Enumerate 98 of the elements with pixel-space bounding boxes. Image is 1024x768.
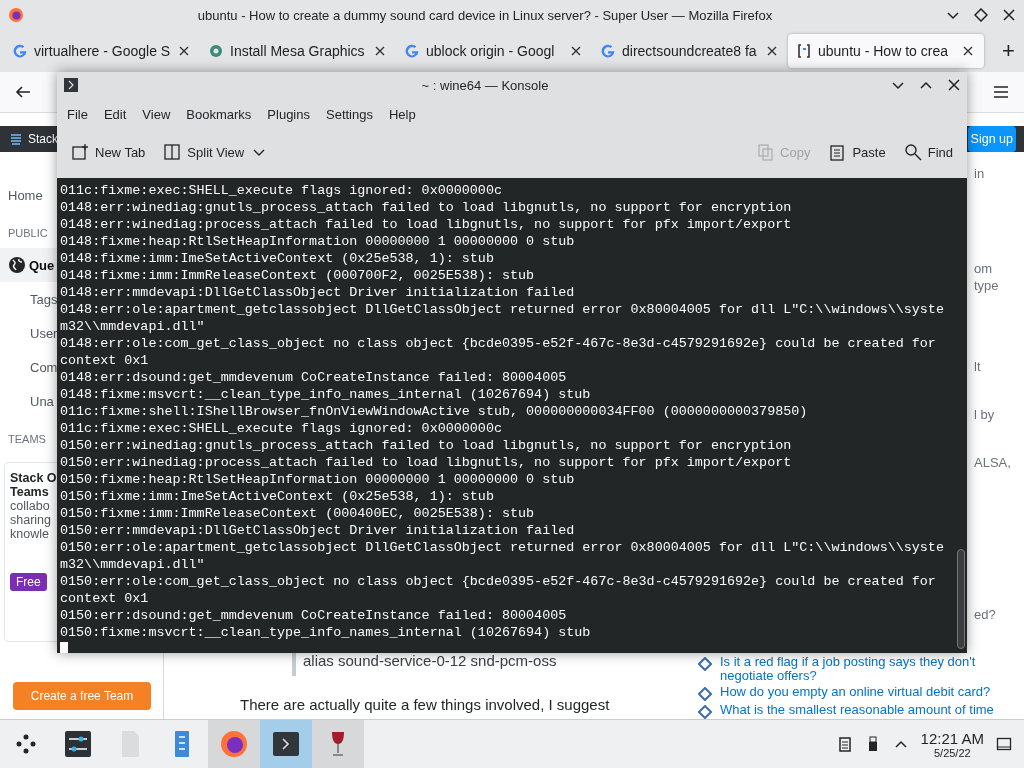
- clipboard-icon[interactable]: [836, 736, 853, 752]
- window-title: ~ : wine64 — Konsole: [420, 77, 550, 93]
- firefox-icon: [8, 7, 24, 23]
- terminal-icon: [63, 77, 79, 93]
- site-name[interactable]: Stack: [28, 132, 58, 146]
- google-icon: [404, 43, 420, 59]
- terminal-line: 0148:err:ole:com_get_class_object no class object {bcde0395-e52f-467c-8e3d-c4579291692e} could be created for: [60, 335, 937, 352]
- nav-link[interactable]: Com: [30, 359, 58, 375]
- nav-link[interactable]: Que: [29, 257, 55, 273]
- sidebar-text: lt: [974, 359, 981, 376]
- menu-item[interactable]: Help: [380, 102, 424, 126]
- show-desktop-icon[interactable]: [996, 736, 1012, 752]
- close-icon[interactable]: [1002, 8, 1016, 22]
- terminal-line: context 0x1: [60, 352, 150, 369]
- close-icon[interactable]: [947, 78, 961, 92]
- nav-link[interactable]: Una: [30, 393, 54, 409]
- toolbar-button[interactable]: Paste: [824, 139, 890, 165]
- browser-tab[interactable]: virtualhere - Google S: [4, 34, 200, 68]
- terminal-line: 0148:fixme:imm:ImeSetActiveContext (0x25e538, 1): stub: [60, 250, 495, 267]
- toolbar-button[interactable]: New Tab: [67, 139, 150, 165]
- browser-tab[interactable]: ublock origin - Googl: [396, 34, 592, 68]
- nav-heading: PUBLIC: [8, 227, 48, 239]
- sidebar-text: l by: [974, 407, 995, 424]
- terminal-line: 0150:err:dsound:get_mmdevenum CoCreateInstance failed: 80004005: [60, 607, 568, 624]
- sliders-icon[interactable]: [63, 729, 93, 759]
- sidebar-text: type: [974, 278, 999, 295]
- site-icon: [698, 705, 712, 719]
- terminal-line: 0150:err:mmdevapi:DllGetClassObject Driver initialization failed: [60, 522, 576, 539]
- browser-tab[interactable]: ubuntu - How to crea: [788, 34, 984, 68]
- menu-item[interactable]: Plugins: [259, 102, 318, 126]
- clock-time[interactable]: 12:21 AM: [920, 729, 984, 747]
- question-link[interactable]: Is it a red flag if a job posting says they don't negotiate offers?: [720, 655, 1004, 683]
- terminal-line: 0148:fixme:heap:RtlSetHeapInformation 00000000 1 00000000 0 stub: [60, 233, 576, 250]
- nav-link[interactable]: Tags: [30, 291, 58, 307]
- new-tab-button[interactable]: +: [998, 38, 1019, 64]
- menu-item[interactable]: Bookmarks: [178, 102, 260, 126]
- terminal-line: 0148:err:dsound:get_mmdevenum CoCreateInstance failed: 80004005: [60, 369, 568, 386]
- menu-item[interactable]: Settings: [318, 102, 381, 126]
- google-icon: [600, 43, 616, 59]
- nav-heading: TEAMS: [8, 433, 46, 445]
- browser-tab[interactable]: Install Mesa Graphics: [200, 34, 396, 68]
- scrollbar-thumb[interactable]: [957, 549, 965, 649]
- globe-icon: [8, 256, 26, 274]
- site-icon: [698, 657, 712, 671]
- terminal-icon[interactable]: [271, 729, 301, 759]
- nav-link[interactable]: Home: [8, 187, 43, 203]
- sidebar-text: ed?: [974, 607, 996, 624]
- stack-logo-icon[interactable]: [8, 131, 24, 147]
- terminal-line: 0148:fixme:msvcrt:__clean_type_info_names_internal (10267694) stub: [60, 386, 592, 403]
- text-cursor: [60, 642, 68, 653]
- terminal-line: 0148:err:ole:apartment_getclassobject DllGetClassObject returned error 0x80004005 for dll L"C:\\windows\\syste: [60, 301, 945, 318]
- question-link[interactable]: How do you empty an online virtual debit card?: [720, 685, 991, 699]
- terminal-line: 0150:fixme:imm:ImmReleaseContext (000400EC, 0025E538): stub: [60, 505, 536, 522]
- terminal-line: 0150:err:ole:apartment_getclassobject DllGetClassObject returned error 0x80004005 for dll L"C:\\windows\\syste: [60, 539, 945, 556]
- menu-item[interactable]: File: [59, 102, 96, 126]
- terminal-line: 011c:fixme:exec:SHELL_execute flags ignored: 0x0000000c: [60, 420, 503, 437]
- toolbar-button[interactable]: Find: [899, 139, 957, 165]
- terminal-line: 0148:err:winediag:process_attach failed to load libgnutls, no support for pfx import/export: [60, 216, 793, 233]
- card-text: sharing: [10, 513, 52, 527]
- maximize-icon[interactable]: [974, 8, 988, 22]
- new-tab-icon: [71, 143, 89, 161]
- nav-link[interactable]: User: [30, 325, 58, 341]
- gear-icon: [208, 43, 224, 59]
- copy-icon: [756, 143, 775, 161]
- menu-item[interactable]: View: [134, 102, 179, 126]
- terminal-line: 0150:fixme:msvcrt:__clean_type_info_names_internal (10267694) stub: [60, 624, 592, 641]
- search-icon: [903, 143, 922, 161]
- terminal-line: context 0x1: [60, 590, 150, 607]
- terminal-line: 0150:err:winediag:process_attach failed to load libgnutls, no support for pfx import/export: [60, 454, 793, 471]
- toolbar-button[interactable]: Split View: [159, 139, 273, 165]
- bracket-icon: [796, 43, 812, 59]
- clock-date[interactable]: 5/25/22: [933, 746, 971, 759]
- question-link[interactable]: What is the smallest reasonable amount of time: [720, 703, 994, 717]
- split-view-icon: [163, 143, 182, 161]
- terminal-line: 0150:fixme:imm:ImeSetActiveContext (0x25e538, 1): stub: [60, 488, 495, 505]
- menu-icon[interactable]: [992, 83, 1010, 101]
- terminal-line: 0148:err:winediag:gnutls_process_attach failed to load libgnutls, no support for encryption: [60, 199, 793, 216]
- site-icon: [698, 687, 712, 701]
- free-badge: Free: [10, 573, 47, 591]
- menu-item[interactable]: Edit: [95, 102, 135, 126]
- terminal-line: 0150:err:winediag:gnutls_process_attach failed to load libgnutls, no support for encryption: [60, 437, 793, 454]
- terminal-line: 0148:err:mmdevapi:DllGetClassObject Driver initialization failed: [60, 284, 576, 301]
- sidebar-text: in: [974, 166, 985, 183]
- answer-text: There are actually quite a few things involved, I suggest: [240, 696, 611, 713]
- clipboard-icon: [828, 143, 847, 161]
- terminal-line: 0148:fixme:imm:ImmReleaseContext (000700F2, 0025E538): stub: [60, 267, 536, 284]
- terminal-line: 011c:fixme:shell:IShellBrowser_fnOnViewWindowActive stub, 000000000034FF00 (0000000000379850): [60, 403, 809, 420]
- firefox-icon[interactable]: [219, 729, 249, 759]
- terminal-line: 0150:err:ole:com_get_class_object no class object {bcde0395-e52f-467c-8e3d-c4579291692e} could be created for: [60, 573, 937, 590]
- terminal-line: 011c:fixme:exec:SHELL_execute flags ignored: 0x0000000c: [60, 182, 503, 199]
- sidebar-text: ALSA,: [974, 455, 1011, 472]
- terminal-line: m32\\mmdevapi.dll": [60, 318, 206, 335]
- browser-tab[interactable]: directsoundcreate8 fa: [592, 34, 788, 68]
- sidebar-text: om: [974, 261, 993, 278]
- google-icon: [12, 43, 28, 59]
- terminal-line: 0150:fixme:heap:RtlSetHeapInformation 00000000 1 00000000 0 stub: [60, 471, 576, 488]
- terminal-line: m32\\mmdevapi.dll": [60, 556, 206, 573]
- window-title: ubuntu - How to create a dummy sound card device in Linux server? - Super User — Mozilla Firefox: [196, 7, 774, 23]
